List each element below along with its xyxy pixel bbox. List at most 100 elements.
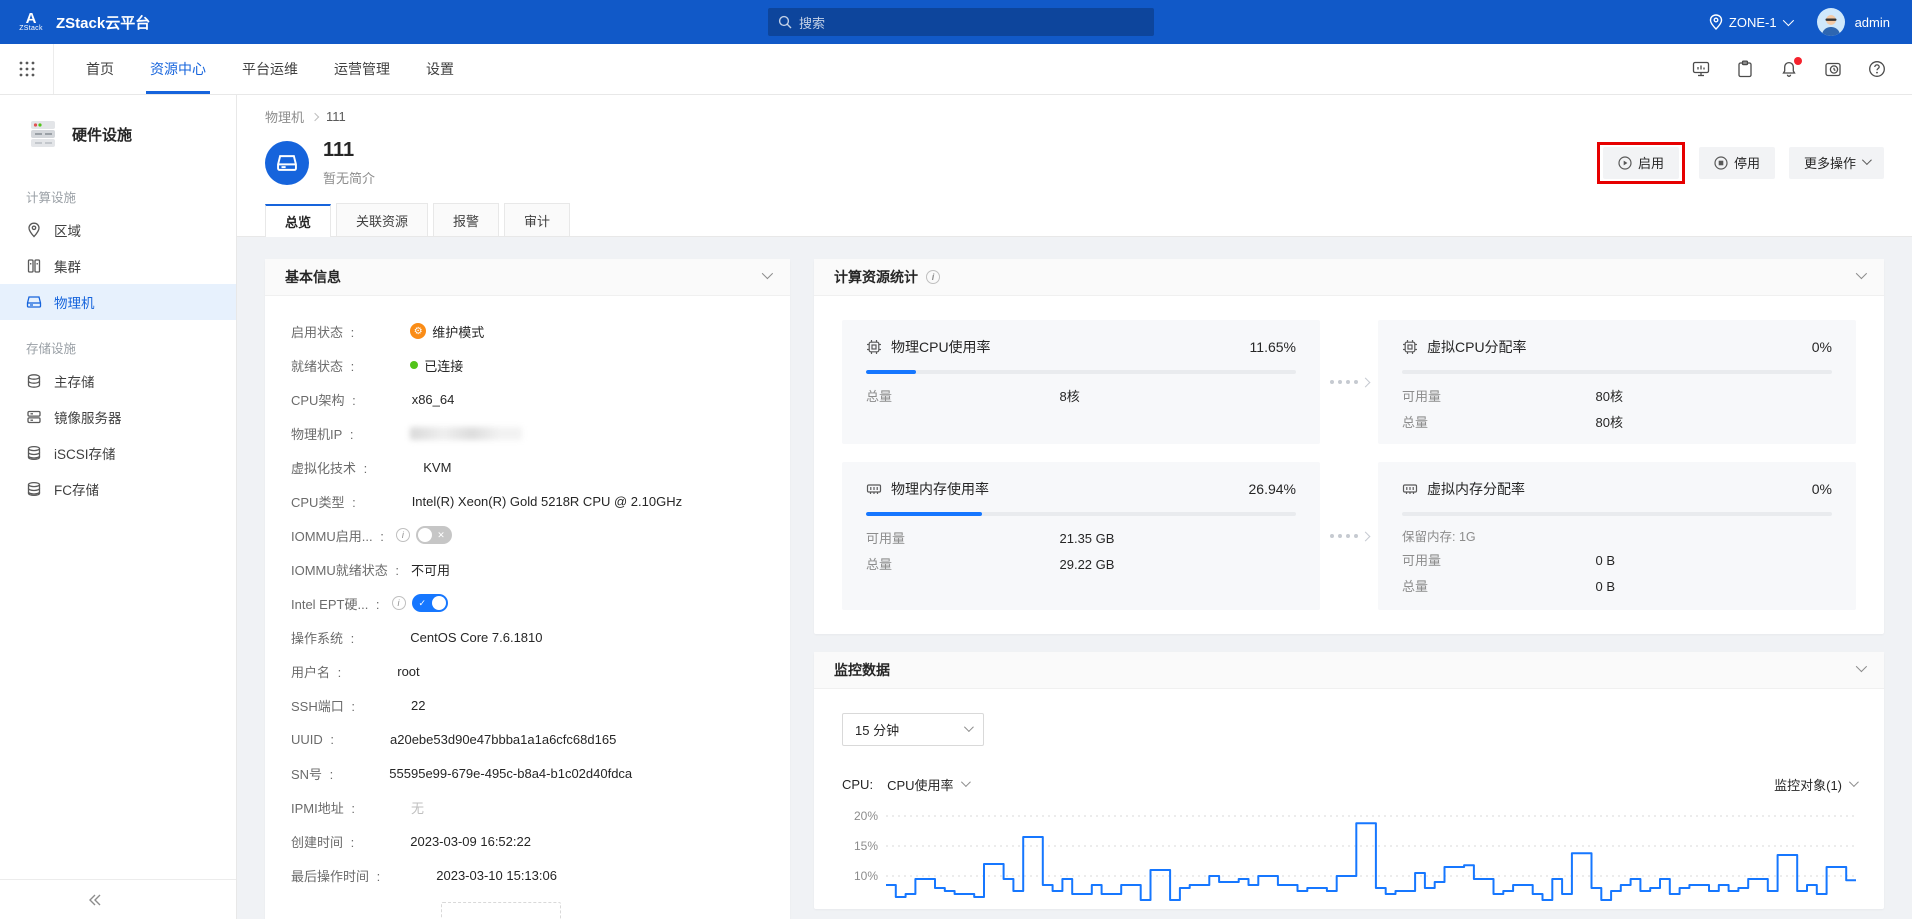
sidebar-item-primary-storage[interactable]: 主存储	[0, 363, 236, 399]
tab-alarms[interactable]: 报警	[433, 203, 499, 236]
collapse-chevron-icon[interactable]	[1856, 268, 1867, 279]
sidebar-item-iscsi-storage[interactable]: iSCSI存储	[0, 435, 236, 471]
monitor-objects-select[interactable]: 监控对象(1)	[1774, 775, 1856, 794]
collapse-icon	[88, 893, 102, 907]
chevron-down-icon	[1782, 15, 1793, 26]
apps-grid-icon[interactable]	[0, 44, 54, 94]
stop-circle-icon	[1714, 156, 1728, 170]
username-label: admin	[1855, 15, 1890, 30]
info-icon[interactable]: i	[396, 528, 410, 542]
stat-card-physical-memory: 物理内存使用率 26.94% 可用量21.35 GB 总量29.22 GB	[842, 462, 1320, 610]
user-avatar-icon	[1820, 12, 1842, 36]
sidebar-title: 硬件设施	[72, 124, 132, 145]
info-row-iommu-enable: IOMMU启用... i ✕	[291, 518, 764, 552]
zone-icon	[26, 222, 42, 238]
nav-item-platform-ops[interactable]: 平台运维	[224, 44, 316, 94]
nav-item-settings[interactable]: 设置	[408, 44, 472, 94]
image-server-icon	[26, 409, 42, 425]
chart-plot-area	[886, 807, 1856, 909]
grid-dots-icon	[19, 61, 35, 77]
brand[interactable]: A ZStack ZStack云平台	[0, 6, 150, 38]
info-icon[interactable]: i	[926, 270, 940, 284]
info-row-username: 用户名 root	[291, 654, 764, 688]
collapse-chevron-icon[interactable]	[762, 268, 773, 279]
intel-ept-toggle[interactable]: ✓	[412, 594, 448, 612]
chevron-down-icon	[964, 722, 974, 732]
sidebar-item-cluster[interactable]: 集群	[0, 248, 236, 284]
sidebar-group-storage: 存储设施	[0, 320, 236, 363]
sidebar-collapse-button[interactable]	[0, 879, 236, 919]
sidebar-item-fc-storage[interactable]: FC存储	[0, 471, 236, 507]
enable-button[interactable]: 启用	[1603, 147, 1679, 179]
progress-bar	[866, 370, 1296, 374]
basic-info-card: 基本信息 启用状态 ⚙维护模式 就绪状态 已连接 CPU架构 x86_64	[265, 259, 790, 919]
info-row-os: 操作系统 CentOS Core 7.6.1810	[291, 620, 764, 654]
breadcrumb: 物理机 111	[237, 107, 1912, 126]
sidebar-item-image-server[interactable]: 镜像服务器	[0, 399, 236, 435]
breadcrumb-current: 111	[326, 109, 346, 124]
maintenance-mode-icon: ⚙	[410, 323, 426, 339]
logo-mark: A	[26, 12, 37, 25]
info-row-virtualization: 虚拟化技术 KVM	[291, 450, 764, 484]
info-row-ready-state: 就绪状态 已连接	[291, 348, 764, 382]
metric-select[interactable]: CPU使用率	[887, 775, 967, 794]
iommu-toggle[interactable]: ✕	[416, 526, 452, 544]
period-select[interactable]: 15 分钟	[842, 713, 984, 746]
audit-icon[interactable]	[1824, 60, 1842, 78]
sidebar-item-zone[interactable]: 区域	[0, 212, 236, 248]
y-tick-10: 10%	[854, 869, 878, 883]
info-row-enable-state: 启用状态 ⚙维护模式	[291, 314, 764, 348]
tab-overview[interactable]: 总览	[265, 204, 331, 237]
info-row-sn: SN号 55595e99-679e-495c-b8a4-b1c02d40fdca	[291, 756, 764, 790]
help-icon[interactable]	[1868, 60, 1886, 78]
chevron-down-icon	[1862, 155, 1872, 165]
sidebar-item-host[interactable]: 物理机	[0, 284, 236, 320]
bell-icon[interactable]	[1780, 60, 1798, 78]
info-row-uuid: UUID a20ebe53d90e47bbba1a1a6cfc68d165	[291, 722, 764, 756]
cpu-icon	[866, 339, 882, 355]
dotted-arrow-icon	[1320, 462, 1378, 610]
tab-related-resources[interactable]: 关联资源	[336, 203, 428, 236]
progress-bar	[1402, 512, 1832, 516]
basic-info-title: 基本信息	[285, 267, 341, 287]
cluster-icon	[26, 258, 42, 274]
more-actions-button[interactable]: 更多操作	[1789, 147, 1884, 179]
chevron-down-icon	[960, 777, 970, 787]
disable-button[interactable]: 停用	[1699, 147, 1775, 179]
page-subtitle: 暂无简介	[323, 168, 375, 187]
zstack-logo-icon: A ZStack	[16, 6, 46, 38]
connected-status-icon	[410, 361, 418, 369]
monitor-title: 监控数据	[834, 660, 890, 680]
memory-icon	[866, 481, 882, 497]
detail-tabs: 总览 关联资源 报警 审计	[237, 187, 1912, 237]
topbar: A ZStack ZStack云平台 搜索 ZONE-1 admin	[0, 0, 1912, 44]
info-icon[interactable]: i	[392, 596, 406, 610]
nav-item-operation-mgmt[interactable]: 运营管理	[316, 44, 408, 94]
brand-title: ZStack云平台	[56, 12, 150, 33]
collapse-chevron-icon[interactable]	[1856, 661, 1867, 672]
dotted-arrow-icon	[1320, 320, 1378, 444]
hardware-facility-icon	[26, 117, 60, 151]
avatar[interactable]	[1817, 8, 1845, 36]
info-row-create-time: 创建时间 2023-03-09 16:52:22	[291, 824, 764, 858]
fc-storage-icon	[26, 481, 42, 497]
tab-audit[interactable]: 审计	[504, 203, 570, 236]
stat-value: 11.65%	[1250, 339, 1296, 355]
zone-selector[interactable]: ZONE-1	[1709, 14, 1791, 30]
compute-stats-card: 计算资源统计 i 物理CPU使用率 11.65% 总量8核	[814, 259, 1884, 634]
breadcrumb-separator-icon	[311, 112, 319, 120]
stat-value: 26.94%	[1249, 481, 1296, 497]
host-avatar-icon	[265, 141, 309, 185]
nav-item-resource-center[interactable]: 资源中心	[132, 44, 224, 94]
info-row-ipmi: IPMI地址 无	[291, 790, 764, 824]
clipboard-icon[interactable]	[1736, 60, 1754, 78]
nav-item-home[interactable]: 首页	[68, 44, 132, 94]
stat-card-virtual-cpu: 虚拟CPU分配率 0% 可用量80核 总量80核	[1378, 320, 1856, 444]
primary-storage-icon	[26, 373, 42, 389]
global-search-input[interactable]: 搜索	[768, 8, 1154, 36]
console-icon[interactable]	[1692, 60, 1710, 78]
breadcrumb-host[interactable]: 物理机	[265, 107, 304, 126]
reserved-memory-note: 保留内存: 1G	[1402, 526, 1832, 548]
tag-placeholder[interactable]	[441, 902, 561, 919]
stat-card-virtual-memory: 虚拟内存分配率 0% 保留内存: 1G 可用量0 B 总量0 B	[1378, 462, 1856, 610]
